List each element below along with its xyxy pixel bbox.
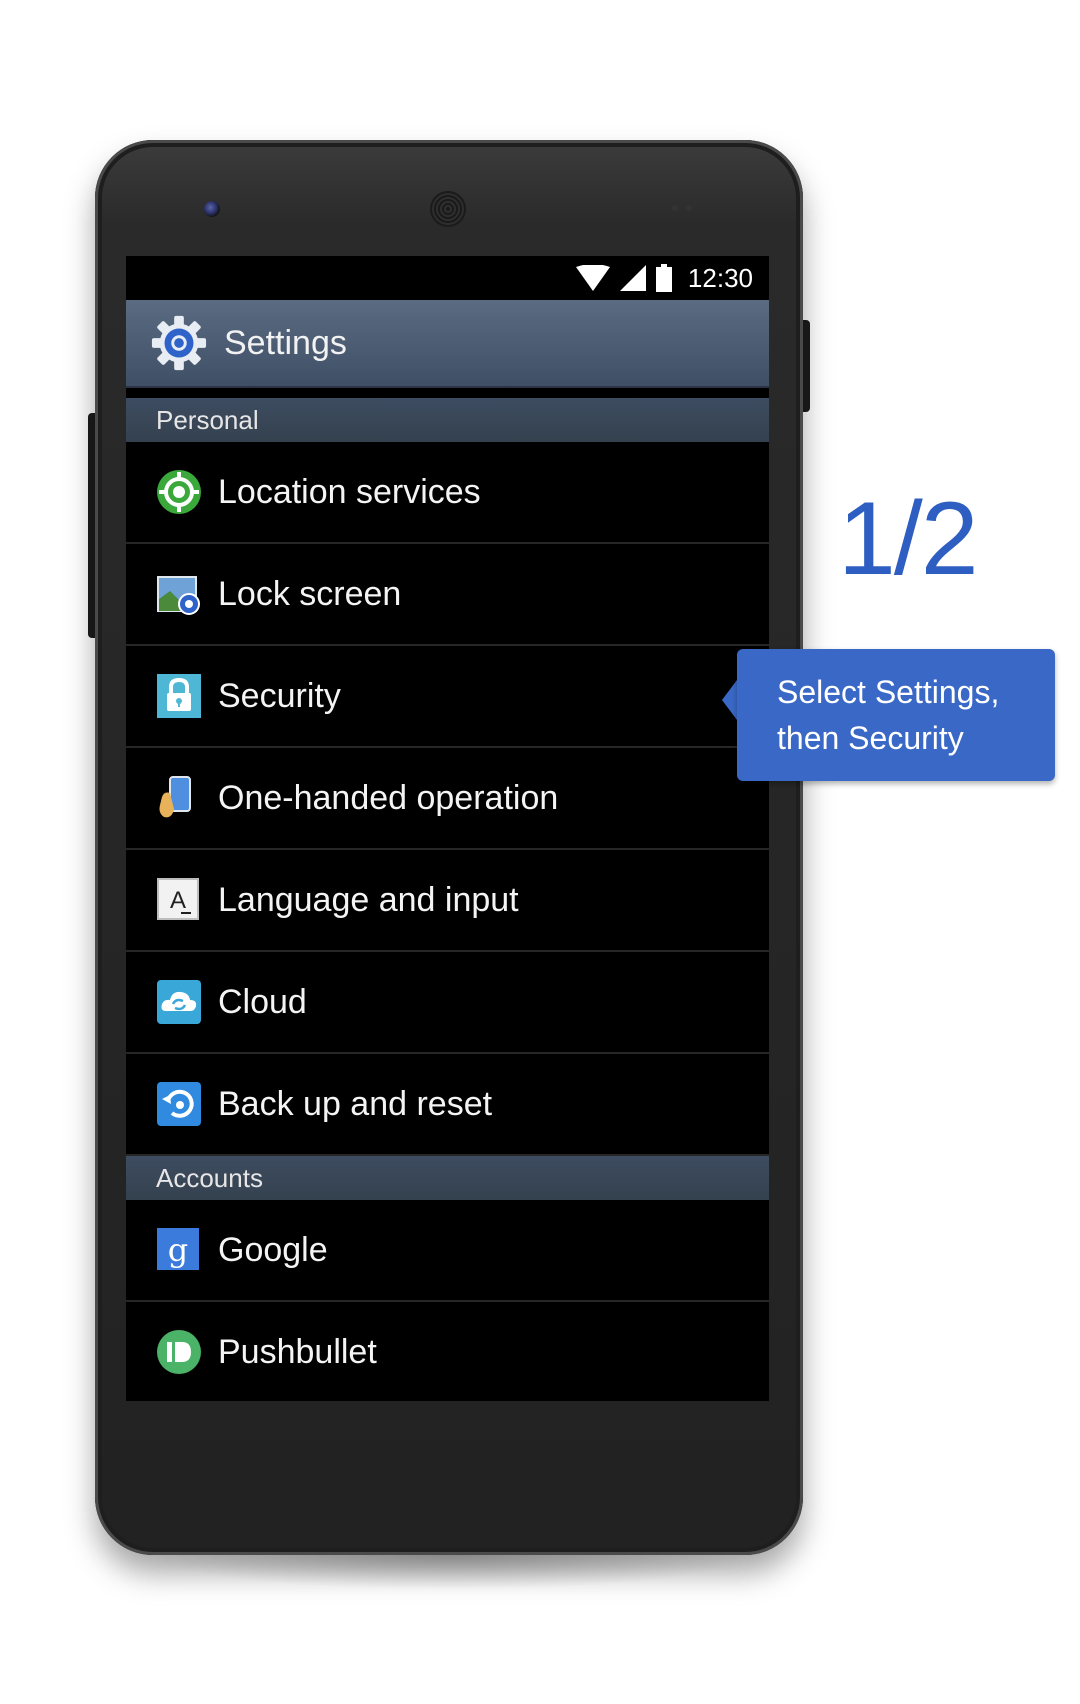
tooltip-text: Select Settings, then Security xyxy=(777,674,1000,756)
settings-item-label: Security xyxy=(218,676,341,715)
settings-item-label: Location services xyxy=(218,472,481,511)
page-title: Settings xyxy=(224,323,347,362)
location-icon xyxy=(157,470,201,514)
status-time: 12:30 xyxy=(687,262,753,293)
padlock-icon xyxy=(157,674,201,718)
settings-item-lock-screen[interactable]: Lock screen xyxy=(126,544,769,646)
section-title: Accounts xyxy=(156,1162,263,1193)
settings-item-pushbullet[interactable]: Pushbullet xyxy=(126,1302,769,1401)
settings-item-label: Lock screen xyxy=(218,574,402,613)
settings-item-label: Pushbullet xyxy=(218,1332,377,1371)
pushbullet-icon xyxy=(157,1330,201,1374)
proximity-sensors xyxy=(672,205,702,213)
phone-screen: 12:30 Settings Personal Location service… xyxy=(126,256,769,1401)
status-bar: 12:30 xyxy=(126,256,769,300)
settings-item-label: One-handed operation xyxy=(218,778,559,817)
language-a-icon: A xyxy=(157,878,199,920)
settings-item-label: Cloud xyxy=(218,982,307,1021)
section-title: Personal xyxy=(156,404,259,435)
section-header-personal: Personal xyxy=(126,398,769,442)
settings-item-label: Google xyxy=(218,1230,328,1269)
settings-item-security[interactable]: Security xyxy=(126,646,769,748)
step-indicator: 1/2 xyxy=(838,481,979,597)
backup-reset-icon xyxy=(157,1082,201,1126)
instruction-tooltip: Select Settings, then Security xyxy=(737,649,1055,781)
google-g-icon: g xyxy=(157,1228,199,1270)
settings-item-google[interactable]: g Google xyxy=(126,1200,769,1302)
wifi-icon xyxy=(575,265,610,291)
earpiece-speaker xyxy=(430,191,466,227)
cloud-icon xyxy=(157,980,201,1024)
settings-gear-icon xyxy=(151,315,207,371)
settings-item-back-up-and-reset[interactable]: Back up and reset xyxy=(126,1054,769,1156)
lock-screen-icon xyxy=(157,576,200,615)
svg-text:g: g xyxy=(168,1231,188,1269)
settings-item-label: Language and input xyxy=(218,880,519,919)
front-camera xyxy=(204,201,220,217)
settings-item-one-handed-operation[interactable]: One-handed operation xyxy=(126,748,769,850)
signal-icon xyxy=(619,265,646,291)
settings-item-location-services[interactable]: Location services xyxy=(126,442,769,544)
settings-action-bar[interactable]: Settings xyxy=(126,300,769,388)
settings-item-cloud[interactable]: Cloud xyxy=(126,952,769,1054)
svg-text:A: A xyxy=(170,887,186,914)
settings-item-label: Back up and reset xyxy=(218,1084,493,1123)
battery-icon xyxy=(655,264,672,292)
section-header-accounts: Accounts xyxy=(126,1156,769,1200)
settings-item-language-and-input[interactable]: A Language and input xyxy=(126,850,769,952)
hand-phone-icon xyxy=(159,776,191,818)
